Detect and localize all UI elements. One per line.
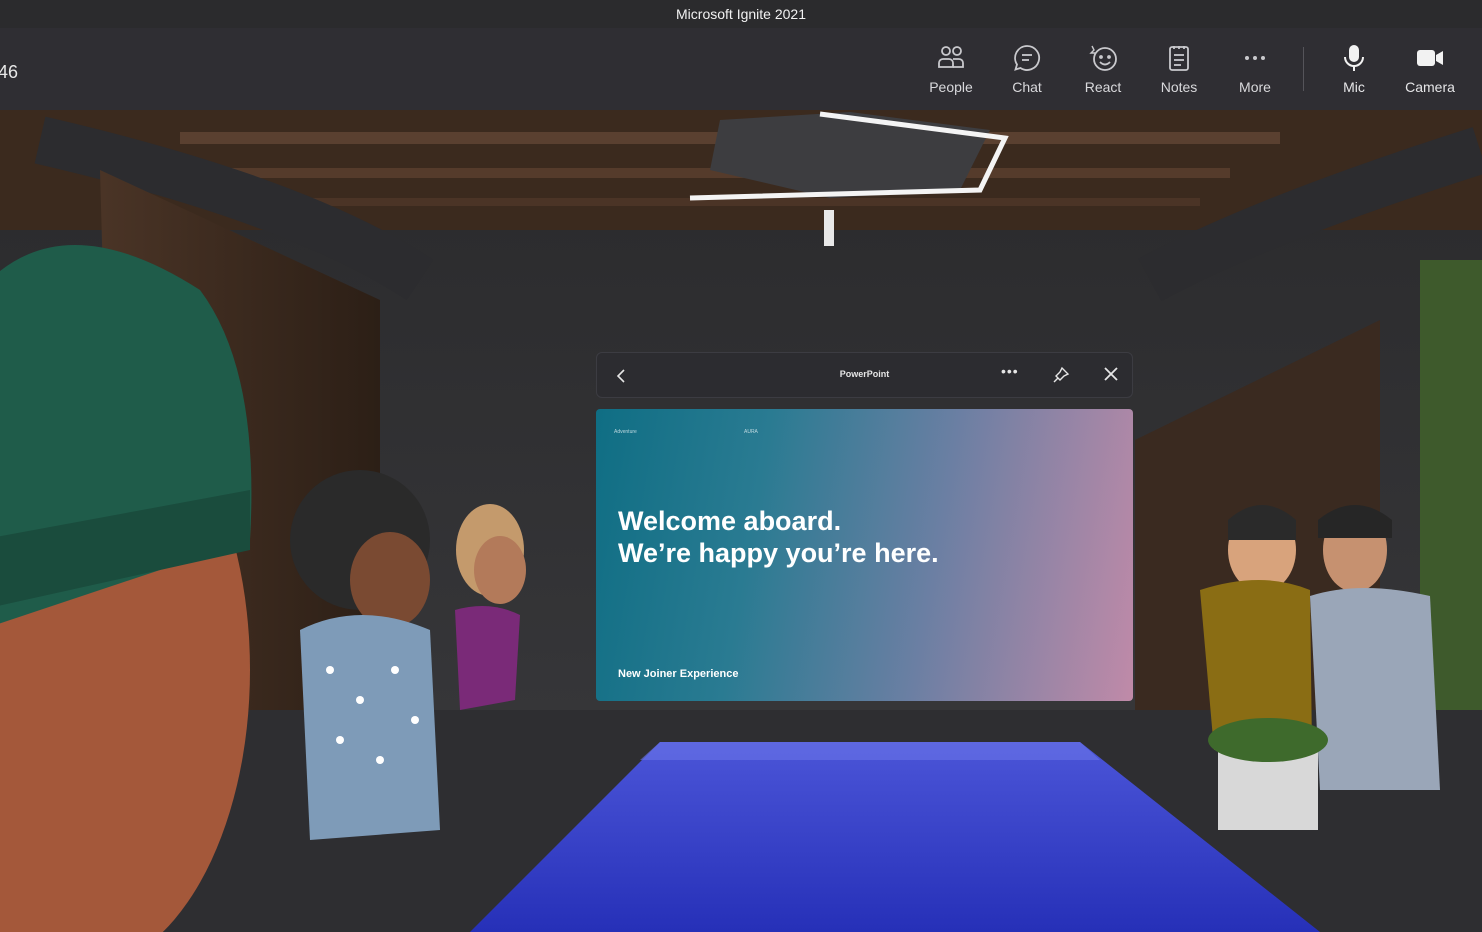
react-button[interactable]: React — [1065, 28, 1141, 110]
more-label: More — [1239, 79, 1271, 95]
people-button[interactable]: People — [913, 28, 989, 110]
camera-button[interactable]: Camera — [1392, 28, 1468, 110]
mic-button[interactable]: Mic — [1316, 28, 1392, 110]
people-label: People — [929, 79, 973, 95]
notes-label: Notes — [1160, 79, 1198, 95]
powerpoint-window-bar: PowerPoint ••• — [596, 352, 1133, 398]
chat-icon — [1014, 45, 1041, 71]
slide-tiny-label-center: AURA — [744, 429, 758, 435]
chat-button[interactable]: Chat — [989, 28, 1065, 110]
pin-icon[interactable] — [1052, 366, 1070, 384]
notes-icon — [1169, 46, 1189, 71]
react-label: React — [1084, 79, 1122, 95]
camera-icon — [1417, 50, 1443, 66]
slide-headline-line2: We’re happy you’re here. — [618, 538, 939, 568]
more-icon — [1245, 56, 1265, 60]
slide-footer: New Joiner Experience — [618, 668, 739, 680]
chat-label: Chat — [1012, 79, 1042, 95]
close-icon[interactable] — [1102, 365, 1120, 383]
window-title-bar: Microsoft Ignite 2021 — [0, 0, 1482, 28]
slide-tiny-label-left: Adventure — [614, 429, 637, 435]
meeting-timer: 46 — [0, 62, 19, 82]
toolbar-controls: People Chat React Notes More Mic Camera — [913, 28, 1482, 110]
meeting-toolbar: 46 People Chat React Notes More Mic Came… — [0, 28, 1482, 110]
mic-label: Mic — [1343, 79, 1365, 95]
powerpoint-slide[interactable]: Adventure AURA Welcome aboard. We’re hap… — [596, 409, 1133, 701]
slide-headline: Welcome aboard. We’re happy you’re here. — [618, 505, 939, 569]
more-options-icon[interactable]: ••• — [1001, 363, 1019, 379]
window-title: Microsoft Ignite 2021 — [676, 6, 806, 22]
slide-headline-line1: Welcome aboard. — [618, 506, 842, 536]
mic-icon — [1344, 45, 1364, 71]
camera-label: Camera — [1405, 79, 1455, 95]
react-icon — [1089, 45, 1117, 71]
more-button[interactable]: More — [1217, 28, 1293, 110]
people-icon — [938, 46, 964, 68]
toolbar-divider — [1303, 47, 1304, 91]
notes-button[interactable]: Notes — [1141, 28, 1217, 110]
